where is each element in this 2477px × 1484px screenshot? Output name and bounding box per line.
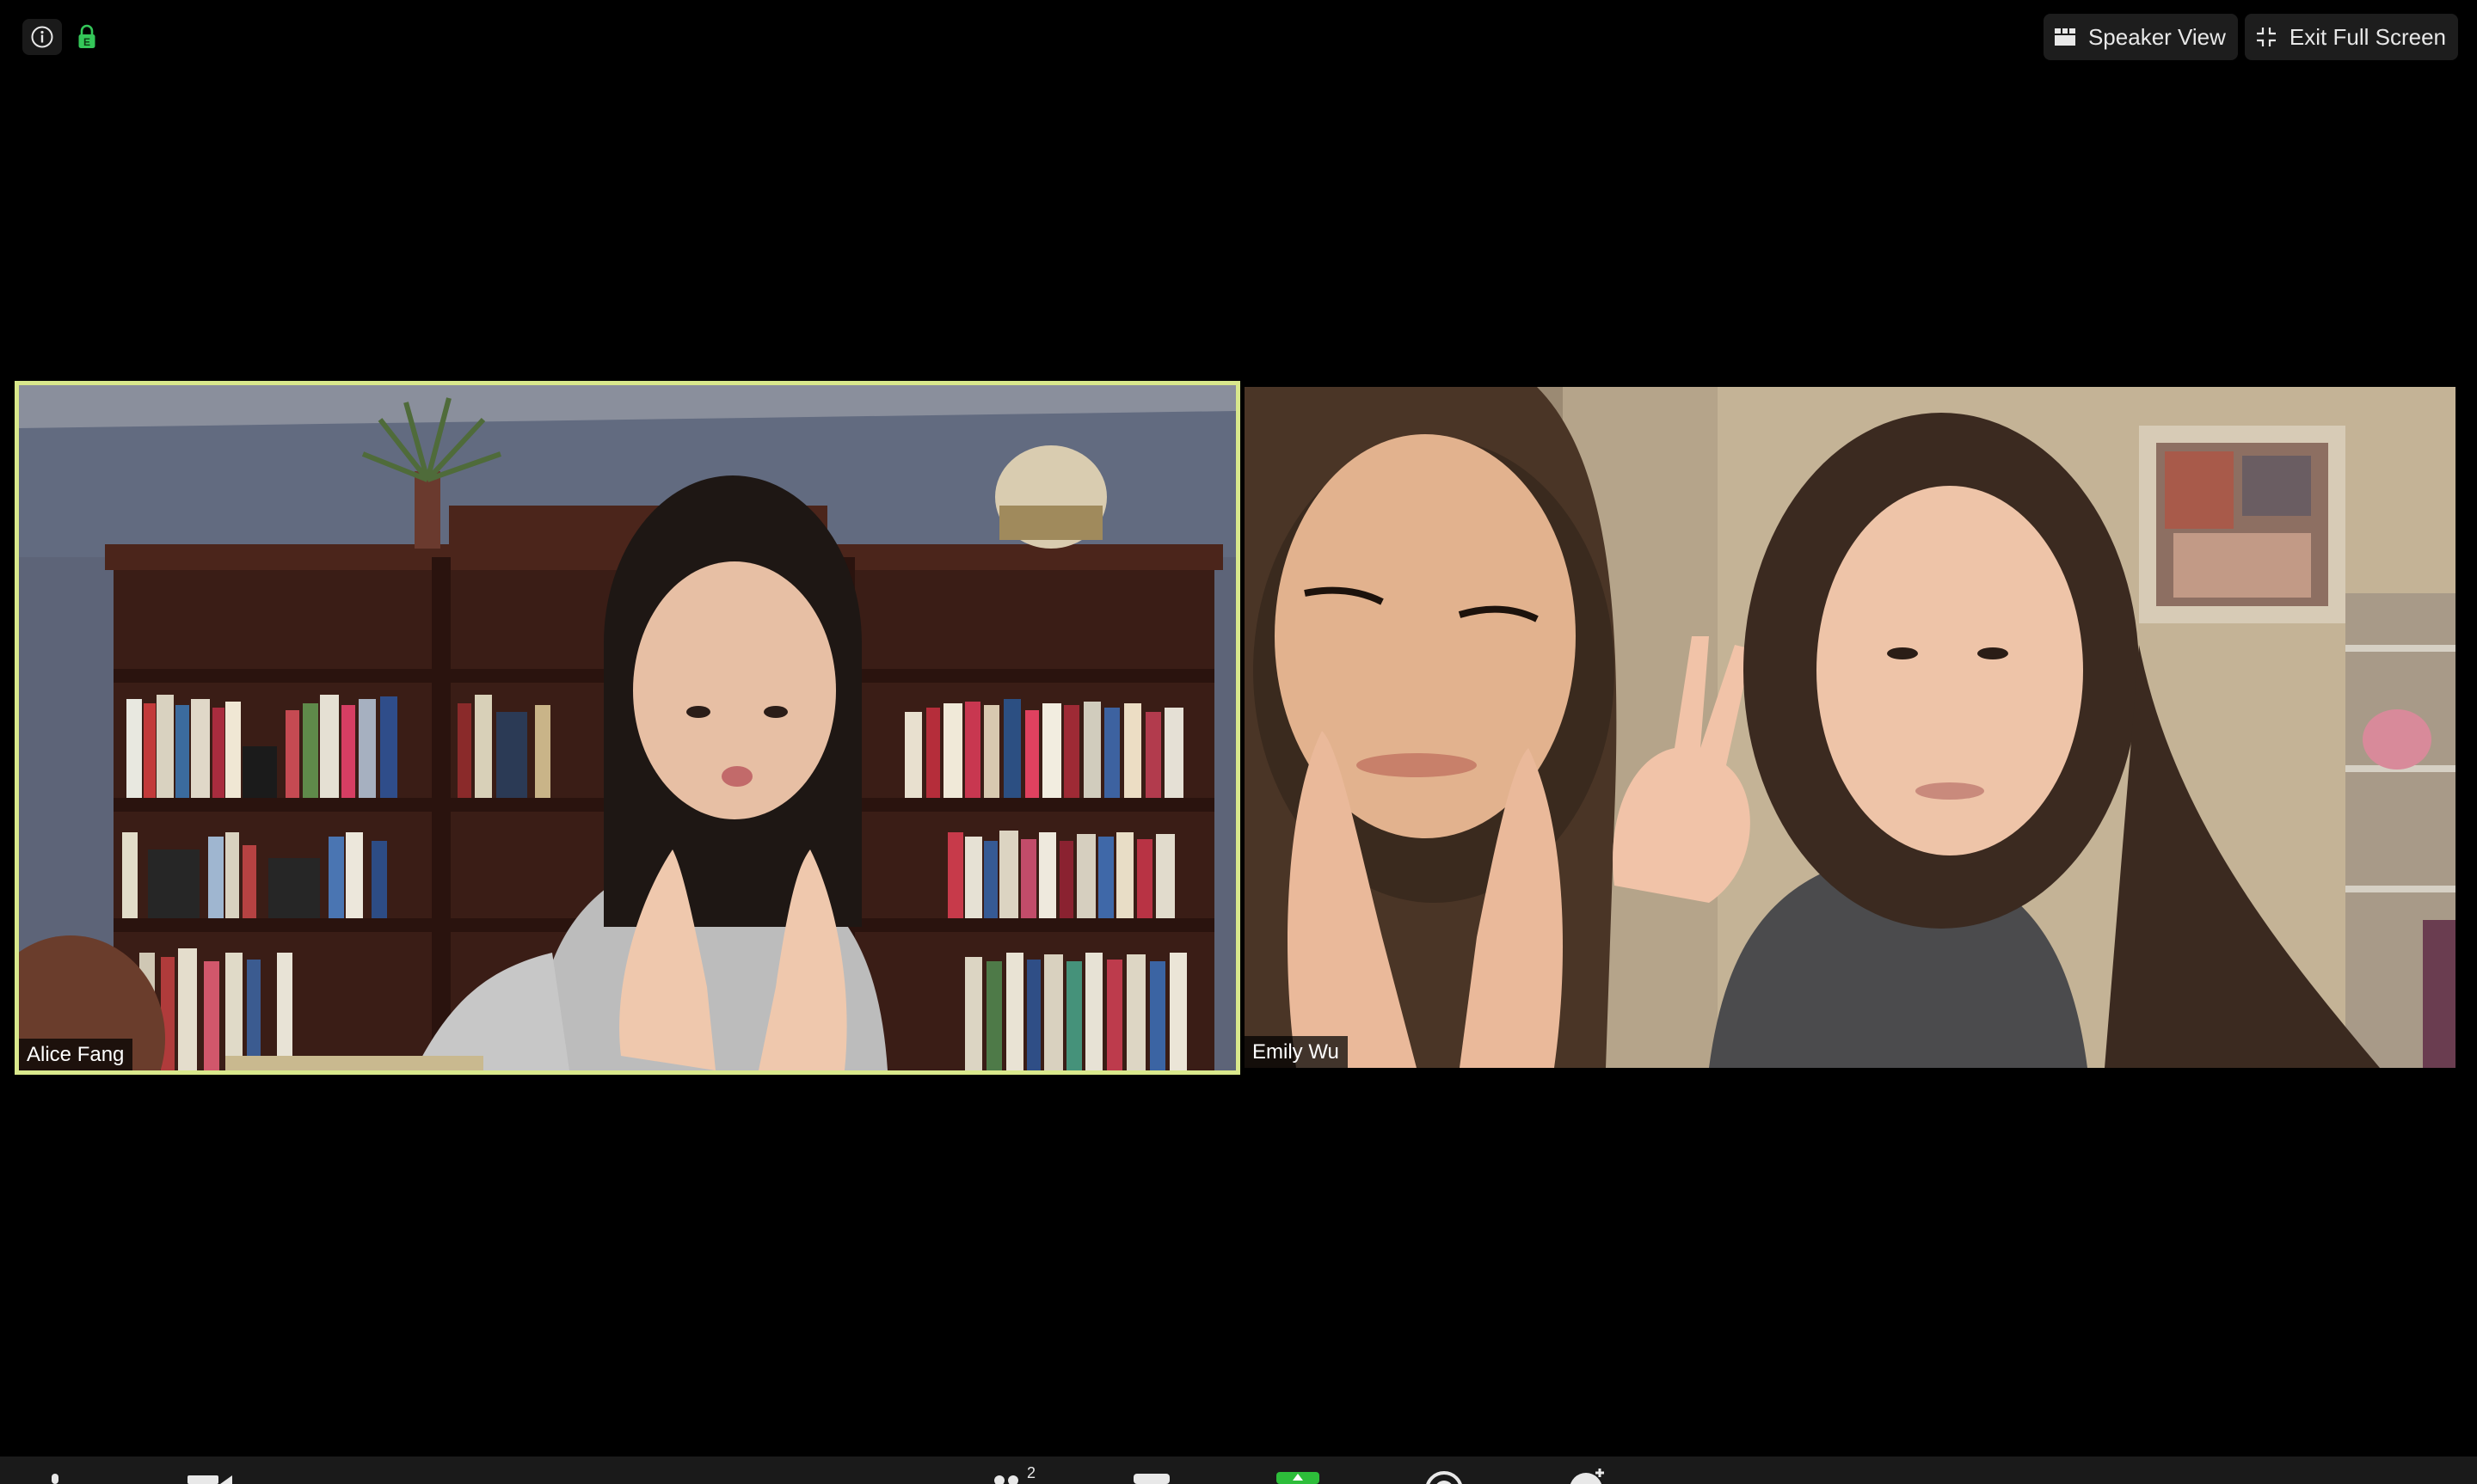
svg-text:E: E (83, 36, 90, 48)
participant-video (1245, 387, 2455, 1068)
exit-full-screen-label: Exit Full Screen (2289, 23, 2446, 50)
meeting-toolbar: 2 (0, 1456, 2477, 1484)
participants-count: 2 (1027, 1464, 1036, 1481)
participants-icon[interactable]: 2 (991, 1465, 1036, 1484)
participant-name-tag: Alice Fang (19, 1039, 133, 1070)
chat-icon[interactable] (1134, 1470, 1170, 1484)
microphone-icon[interactable] (48, 1470, 62, 1484)
share-screen-icon[interactable] (1276, 1470, 1319, 1484)
grid-icon (2054, 28, 2075, 46)
meeting-window: E Speaker View Exit Full Screen Alice Fa… (0, 0, 2477, 1484)
video-tile-emily[interactable]: Emily Wu (1245, 387, 2455, 1068)
meeting-status-bar: E (22, 19, 100, 55)
speaker-view-button[interactable]: Speaker View (2043, 14, 2238, 60)
video-tile-alice[interactable]: Alice Fang (15, 381, 1240, 1075)
info-icon[interactable] (22, 19, 62, 55)
lock-icon[interactable]: E (74, 19, 100, 55)
exit-full-screen-icon (2256, 28, 2276, 46)
view-controls: Speaker View Exit Full Screen (2043, 14, 2458, 60)
camera-icon[interactable] (187, 1470, 232, 1484)
speaker-view-label: Speaker View (2087, 23, 2226, 50)
record-icon[interactable] (1424, 1470, 1464, 1484)
participant-video (19, 385, 1236, 1070)
exit-full-screen-button[interactable]: Exit Full Screen (2244, 14, 2458, 60)
participant-name-tag: Emily Wu (1245, 1036, 1348, 1068)
reactions-icon[interactable] (1567, 1469, 1610, 1484)
